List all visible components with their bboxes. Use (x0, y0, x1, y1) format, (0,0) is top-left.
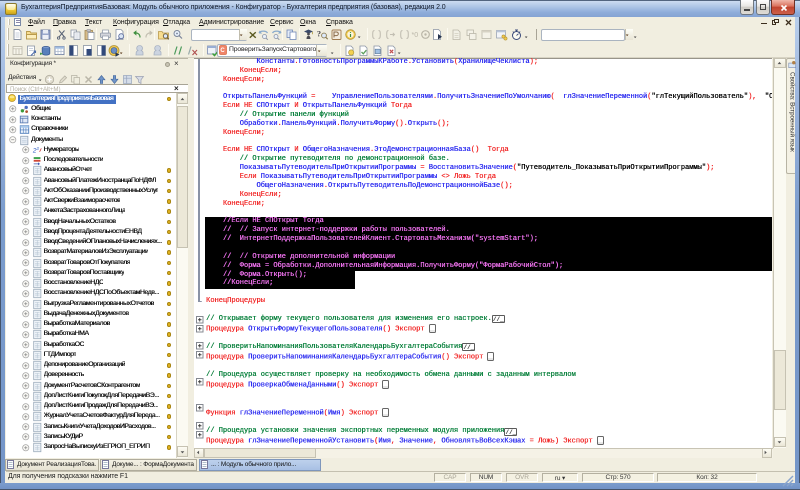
svg-text:23: 23 (32, 146, 39, 155)
svg-text:?: ? (317, 30, 321, 39)
svg-text:*0: *0 (412, 32, 419, 39)
